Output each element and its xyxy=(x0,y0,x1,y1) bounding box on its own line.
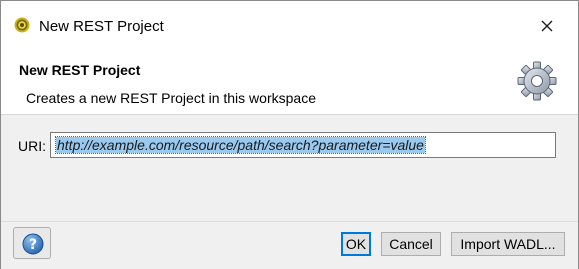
help-button[interactable]: ? xyxy=(13,227,51,259)
title-bar[interactable]: New REST Project xyxy=(1,1,578,41)
wizard-header: New REST Project Creates a new REST Proj… xyxy=(1,46,578,115)
close-icon[interactable] xyxy=(535,14,559,38)
import-wadl-button[interactable]: Import WADL... xyxy=(451,232,565,256)
button-bar: ? OK Cancel Import WADL... xyxy=(1,221,578,269)
uri-label: URI: xyxy=(18,138,46,154)
soapui-icon xyxy=(14,17,30,33)
wizard-description: Creates a new REST Project in this works… xyxy=(26,90,316,106)
new-rest-project-dialog: New REST Project New REST Project Create… xyxy=(0,0,579,269)
help-icon: ? xyxy=(22,233,44,255)
cancel-button[interactable]: Cancel xyxy=(381,232,441,256)
ok-button[interactable]: OK xyxy=(341,232,371,256)
uri-input[interactable]: http://example.com/resource/path/search?… xyxy=(50,132,556,158)
form-panel: URI: http://example.com/resource/path/se… xyxy=(1,115,578,221)
uri-value[interactable]: http://example.com/resource/path/search?… xyxy=(55,136,426,154)
gear-icon xyxy=(517,61,557,101)
svg-text:?: ? xyxy=(29,237,37,253)
wizard-heading: New REST Project xyxy=(19,62,141,78)
window-title: New REST Project xyxy=(39,18,164,35)
